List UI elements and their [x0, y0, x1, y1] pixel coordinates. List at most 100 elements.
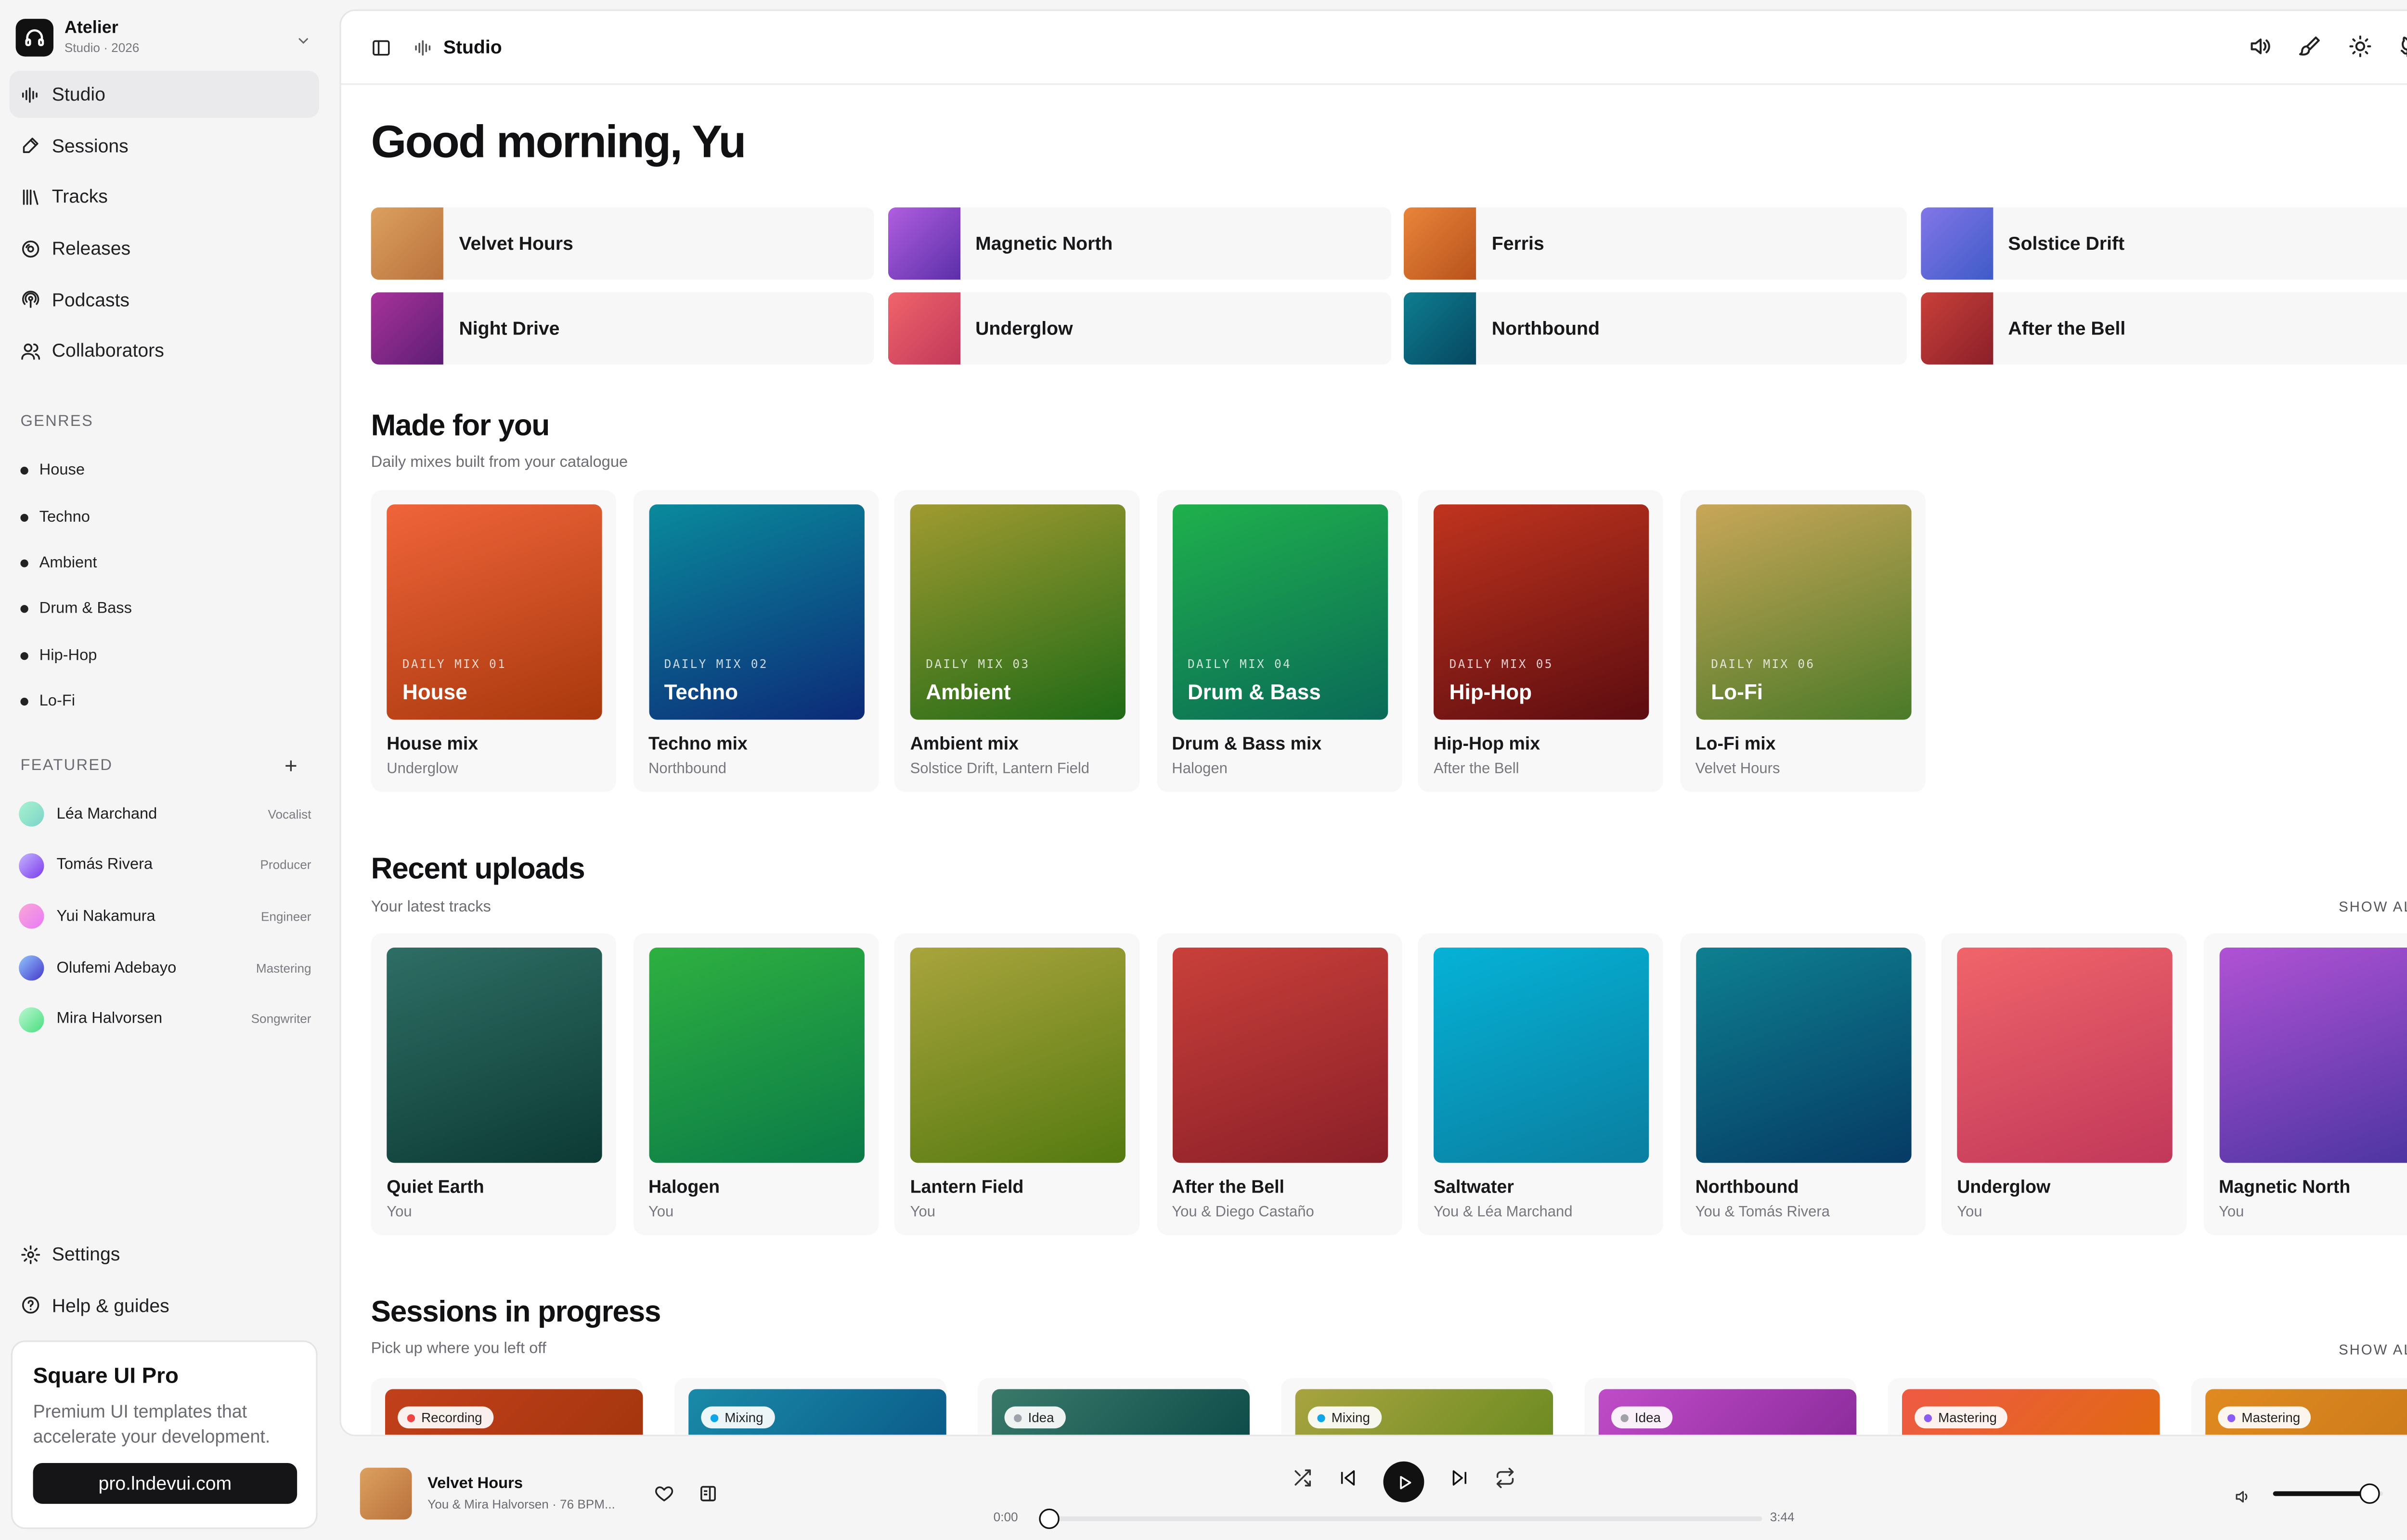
skip-back-icon[interactable] — [1338, 1468, 1358, 1496]
sidebar-toggle-icon[interactable] — [371, 38, 391, 66]
primary-nav: Studio Sessions Tracks Releases Podcasts Coll… — [9, 70, 319, 379]
now-playing-bar: Velvet Hours You & Mira Halvorsen · 76 B… — [330, 1446, 2407, 1540]
playback-controls — [1292, 1461, 1515, 1502]
daily-mix-card[interactable]: DAILY MIX 03 Ambient Ambient mix Solstice D… — [894, 490, 1140, 792]
shuffle-icon[interactable] — [1292, 1468, 1312, 1496]
daily-mix-card[interactable]: DAILY MIX 05 Hip-Hop Hip-Hop mix After the … — [1418, 490, 1663, 792]
queue-icon[interactable] — [698, 1483, 718, 1512]
promo-title: Square UI Pro — [33, 1362, 179, 1388]
track-card[interactable]: Halogen You — [633, 933, 878, 1235]
recent-uploads-title: Recent uploads — [371, 853, 585, 886]
quick-access-cover — [887, 207, 960, 280]
genre-item-hip-hop[interactable]: Hip-Hop — [20, 632, 319, 679]
mix-cover-name: Lo-Fi — [1711, 680, 1763, 704]
repeat-icon[interactable] — [1495, 1467, 1515, 1496]
card-title: Quiet Earth — [387, 1178, 484, 1198]
quick-access-item[interactable]: Magnetic North — [887, 207, 1391, 280]
collaborator-item[interactable]: Yui Nakamura Engineer — [19, 891, 311, 942]
sidebar-item-sessions[interactable]: Sessions — [10, 122, 319, 169]
track-card[interactable]: Northbound You & Tomás Rivera — [1679, 933, 1925, 1235]
sidebar-item-help-guides[interactable]: Help & guides — [10, 1282, 319, 1329]
sidebar-item-collaborators[interactable]: Collaborators — [10, 328, 319, 375]
quick-access-item[interactable]: Ferris — [1403, 207, 1907, 280]
track-card[interactable]: Underglow You — [1941, 933, 2187, 1235]
workspace-subtitle: Studio · 2026 — [64, 40, 140, 55]
volume-icon[interactable] — [2234, 1485, 2251, 1514]
session-cover: Mixing — [688, 1389, 946, 1435]
card-subtitle: You — [2218, 1204, 2244, 1221]
session-card[interactable]: Recording — [371, 1378, 643, 1435]
sidebar-item-podcasts[interactable]: Podcasts — [10, 276, 319, 323]
quick-access-label: Night Drive — [459, 317, 560, 340]
sessions-show-all-link[interactable]: SHOW ALL — [2339, 1342, 2407, 1358]
track-cover — [1957, 947, 2173, 1163]
add-featured-button[interactable]: + — [285, 753, 298, 778]
sidebar-item-tracks[interactable]: Tracks — [10, 173, 319, 220]
track-cover — [910, 947, 1126, 1163]
daily-mix-card[interactable]: DAILY MIX 01 House House mix Underglow — [371, 490, 617, 792]
session-card[interactable]: Idea — [978, 1378, 1250, 1435]
track-card[interactable]: After the Bell You & Diego Castaño — [1156, 933, 1402, 1235]
quick-access-item[interactable]: Northbound — [1403, 292, 1907, 365]
sun-icon[interactable] — [2348, 35, 2372, 66]
track-card[interactable]: Magnetic North You — [2203, 933, 2407, 1235]
github-icon[interactable] — [2399, 35, 2407, 66]
quick-access-item[interactable]: Underglow — [887, 292, 1391, 365]
quick-access-item[interactable]: Velvet Hours — [371, 207, 874, 280]
collaborator-item[interactable]: Léa Marchand Vocalist — [19, 789, 311, 840]
brush-icon[interactable] — [2298, 35, 2322, 66]
now-playing-subtitle: You & Mira Halvorsen · 76 BPM... — [427, 1497, 615, 1512]
heart-icon[interactable] — [654, 1483, 674, 1512]
sidebar-item-releases[interactable]: Releases — [10, 225, 319, 272]
collaborator-item[interactable]: Tomás Rivera Producer — [19, 840, 311, 891]
progress-slider[interactable] — [1039, 1508, 1762, 1529]
sidebar: Atelier Studio · 2026 Studio Sessions Trac… — [0, 0, 330, 1529]
genre-item-techno[interactable]: Techno — [20, 494, 319, 540]
session-card[interactable]: Mixing — [674, 1378, 946, 1435]
sidebar-item-studio[interactable]: Studio — [9, 70, 319, 118]
quick-access-cover — [371, 207, 443, 280]
waveform-icon — [414, 38, 434, 66]
collaborator-item[interactable]: Olufemi Adebayo Mastering — [19, 942, 311, 993]
session-card[interactable]: Mastering — [2191, 1378, 2407, 1435]
session-card[interactable]: Mastering — [1888, 1378, 2160, 1435]
skip-forward-icon[interactable] — [1449, 1468, 1470, 1496]
avatar — [19, 955, 44, 981]
genre-item-lo-fi[interactable]: Lo-Fi — [20, 679, 319, 725]
workspace-switcher[interactable]: Atelier Studio · 2026 — [15, 16, 318, 60]
progress-handle[interactable] — [1039, 1508, 1060, 1529]
promo-link-button[interactable]: pro.lndevui.com — [33, 1463, 298, 1504]
genre-item-house[interactable]: House — [20, 448, 319, 494]
quick-access-item[interactable]: After the Bell — [1920, 292, 2407, 365]
speaker-icon[interactable] — [2248, 35, 2271, 66]
collaborator-item[interactable]: Mira Halvorsen Songwriter — [19, 994, 311, 1045]
bullet-icon — [20, 698, 28, 706]
mix-cover: DAILY MIX 02 Techno — [648, 504, 864, 720]
mix-number: DAILY MIX 03 — [926, 656, 1030, 671]
card-title: After the Bell — [1172, 1178, 1285, 1198]
track-card[interactable]: Quiet Earth You — [371, 933, 617, 1235]
play-button[interactable] — [1383, 1461, 1424, 1502]
track-card[interactable]: Saltwater You & Léa Marchand — [1418, 933, 1663, 1235]
session-card[interactable]: Idea — [1584, 1378, 1857, 1435]
genre-item-drum-bass[interactable]: Drum & Bass — [20, 587, 319, 633]
volume-handle[interactable] — [2359, 1483, 2380, 1504]
status-badge: Mixing — [1307, 1406, 1381, 1429]
sidebar-item-label: Sessions — [52, 134, 129, 157]
sidebar-item-settings[interactable]: Settings — [10, 1231, 319, 1278]
quick-access-item[interactable]: Night Drive — [371, 292, 874, 365]
genre-item-ambient[interactable]: Ambient — [20, 540, 319, 587]
daily-mix-card[interactable]: DAILY MIX 04 Drum & Bass Drum & Bass mix Ha… — [1156, 490, 1402, 792]
track-card[interactable]: Lantern Field You — [894, 933, 1140, 1235]
track-cover — [1433, 947, 1649, 1163]
status-badge: Mastering — [1915, 1406, 2008, 1429]
mix-cover-name: Drum & Bass — [1187, 680, 1321, 704]
recent-uploads-subtitle: Your latest tracks — [371, 898, 491, 916]
daily-mix-card[interactable]: DAILY MIX 06 Lo-Fi Lo-Fi mix Velvet Hours — [1679, 490, 1925, 792]
daily-mix-card[interactable]: DAILY MIX 02 Techno Techno mix Northbound — [633, 490, 878, 792]
volume-slider[interactable] — [2273, 1483, 2383, 1504]
recent-show-all-link[interactable]: SHOW ALL — [2339, 899, 2407, 915]
made-for-you-subtitle: Daily mixes built from your catalogue — [371, 454, 628, 472]
session-card[interactable]: Mixing — [1281, 1378, 1553, 1435]
quick-access-item[interactable]: Solstice Drift — [1920, 207, 2407, 280]
